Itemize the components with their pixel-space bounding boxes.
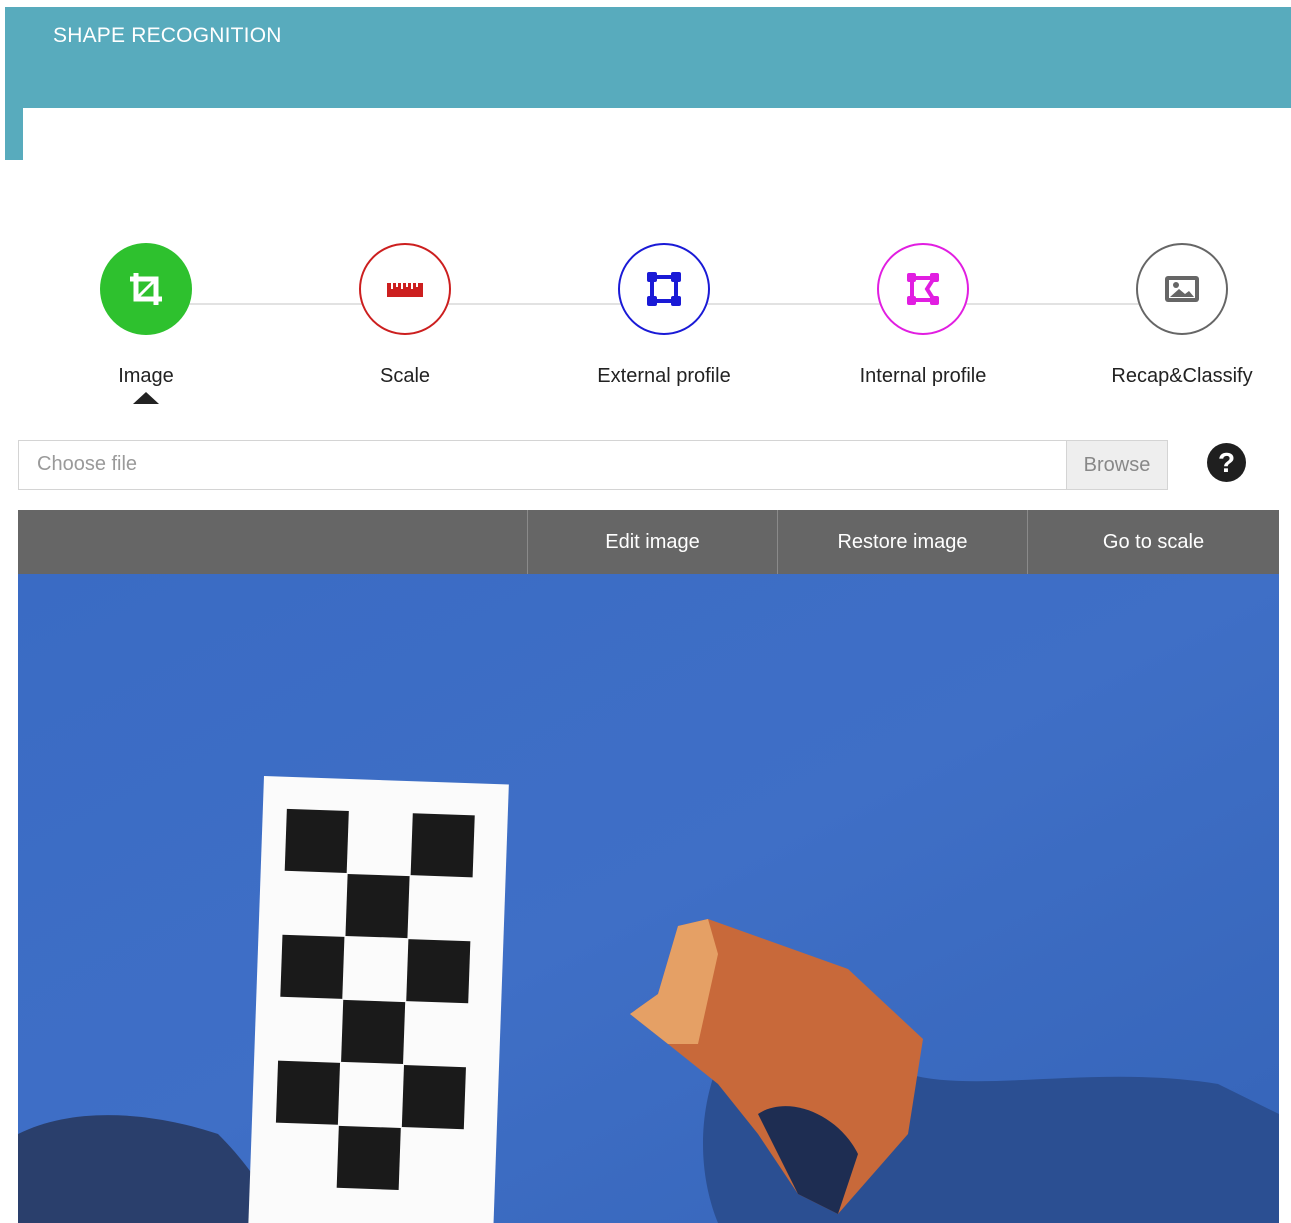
toolbar-spacer (18, 510, 528, 574)
step-label-internal-profile: Internal profile (859, 365, 987, 387)
app-title: SHAPE RECOGNITION (53, 24, 282, 47)
go-to-scale-button[interactable]: Go to scale (1028, 510, 1279, 574)
step-external-profile[interactable]: External profile (554, 240, 774, 388)
app-header: SHAPE RECOGNITION (5, 7, 1291, 108)
square-nodes-icon (618, 243, 710, 335)
ruler-icon (359, 243, 451, 335)
active-step-caret-icon (133, 392, 159, 404)
edit-image-button[interactable]: Edit image (528, 510, 778, 574)
file-path-input[interactable]: Choose file (18, 440, 1066, 490)
wizard-stepper: Image Scale External profile Internal pr… (0, 240, 1291, 410)
file-chooser: Choose file Browse (18, 440, 1168, 490)
image-toolbar: Edit image Restore image Go to scale (18, 510, 1279, 574)
step-label-external-profile: External profile (597, 365, 731, 387)
step-label-recap-classify: Recap&Classify (1111, 365, 1253, 387)
image-icon (1136, 243, 1228, 335)
step-label-image: Image (118, 365, 174, 387)
step-scale[interactable]: Scale (295, 240, 515, 388)
restore-image-button[interactable]: Restore image (778, 510, 1028, 574)
step-label-scale: Scale (379, 365, 431, 387)
step-recap-classify[interactable]: Recap&Classify (1072, 240, 1291, 388)
step-internal-profile[interactable]: Internal profile (813, 240, 1033, 388)
browse-button[interactable]: Browse (1066, 440, 1168, 490)
step-image[interactable]: Image (36, 240, 256, 404)
crop-icon (100, 243, 192, 335)
header-accent (5, 108, 23, 160)
question-circle-icon[interactable]: ? (1207, 443, 1246, 482)
polygon-nodes-icon (877, 243, 969, 335)
photo-canvas[interactable] (18, 574, 1279, 1223)
